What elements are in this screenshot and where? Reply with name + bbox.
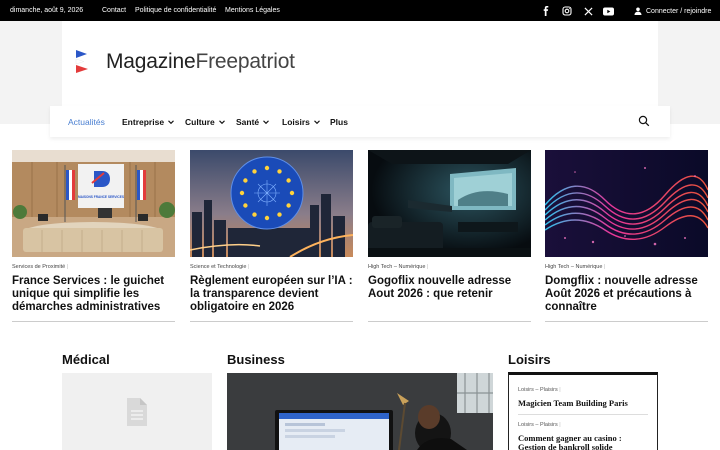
article-image-france-services[interactable]: MAISONS FRANCE SERVICES [12, 150, 175, 257]
chevron-down-icon [168, 120, 174, 125]
logo-part-2: Freepatriot [195, 50, 295, 73]
article-title[interactable]: Gogoflix nouvelle adresse Aout 2026 : qu… [368, 275, 531, 301]
article-category[interactable]: Services de Proximité [12, 264, 175, 270]
logo-part-1: Magazine [106, 50, 196, 73]
divider [545, 321, 708, 322]
youtube-icon[interactable] [602, 5, 614, 17]
divider [518, 414, 648, 415]
divider [12, 321, 175, 322]
list-item-title[interactable]: Magicien Team Building Paris [518, 399, 648, 408]
logo-flag-icon[interactable] [74, 48, 94, 76]
nav-label: Culture [185, 117, 215, 127]
article-card[interactable]: High Tech – Numérique Gogoflix nouvelle … [368, 150, 531, 322]
article-title[interactable]: Domgflix : nouvelle adresse Août 2026 et… [545, 275, 708, 314]
section-title-business[interactable]: Business [227, 352, 285, 367]
article-image-eu-ai-act[interactable] [190, 150, 353, 257]
article-title[interactable]: France Services : le guichet unique qui … [12, 275, 175, 314]
nav-item-actualites[interactable]: Actualités [68, 117, 105, 127]
section-title-loisirs[interactable]: Loisirs [508, 352, 551, 367]
contact-link[interactable]: Contact [102, 7, 126, 14]
login-link[interactable]: Connecter / rejoindre [634, 7, 711, 15]
list-item-category[interactable]: Loisirs – Plaisirs [518, 422, 648, 428]
legal-notice-link[interactable]: Mentions Légales [225, 7, 280, 14]
chevron-down-icon [313, 120, 320, 125]
section-title-medical[interactable]: Médical [62, 352, 110, 367]
office-sign-text: MAISONS FRANCE SERVICES [78, 195, 124, 199]
facebook-icon[interactable] [540, 5, 552, 17]
nav-label: Loisirs [282, 117, 310, 127]
instagram-icon[interactable] [561, 5, 573, 17]
nav-label: Santé [236, 117, 260, 127]
divider [190, 321, 353, 322]
nav-item-sante[interactable]: Santé [236, 117, 270, 127]
loisirs-list: Loisirs – Plaisirs Magicien Team Buildin… [508, 372, 658, 450]
article-card[interactable]: Science et Technologie Règlement europée… [190, 150, 353, 322]
medical-image-placeholder[interactable] [62, 373, 212, 450]
nav-item-loisirs[interactable]: Loisirs [282, 117, 321, 127]
privacy-policy-link[interactable]: Politique de confidentialité [135, 7, 216, 14]
nav-label: Actualités [68, 117, 105, 127]
site-logo[interactable]: MagazineFreepatriot [106, 50, 295, 74]
list-item-title[interactable]: Comment gagner au casino : Gestion de ba… [518, 434, 648, 450]
top-bar: dimanche, août 9, 2026 Contact Politique… [0, 0, 720, 21]
article-category[interactable]: High Tech – Numérique [368, 264, 531, 270]
document-icon [127, 397, 147, 426]
main-navigation: Actualités Entreprise Culture Santé Lois… [50, 106, 670, 137]
article-category[interactable]: Science et Technologie [190, 264, 353, 270]
article-image-domgflix[interactable] [545, 150, 708, 257]
user-icon [634, 7, 642, 15]
article-card[interactable]: High Tech – Numérique Domgflix : nouvell… [545, 150, 708, 322]
article-category[interactable]: High Tech – Numérique [545, 264, 708, 270]
list-item-category[interactable]: Loisirs – Plaisirs [518, 387, 648, 393]
nav-item-culture[interactable]: Culture [185, 117, 226, 127]
current-date: dimanche, août 9, 2026 [10, 7, 84, 14]
business-image[interactable] [227, 373, 493, 450]
nav-label: Plus [330, 117, 348, 127]
chevron-down-icon [218, 120, 225, 125]
login-label: Connecter / rejoindre [646, 7, 712, 15]
article-card[interactable]: MAISONS FRANCE SERVICES Services de Prox… [12, 150, 175, 322]
article-image-gogoflix[interactable] [368, 150, 531, 257]
chevron-down-icon [263, 120, 270, 125]
nav-label: Entreprise [122, 117, 165, 127]
nav-item-plus[interactable]: Plus [330, 117, 348, 127]
divider [368, 321, 531, 322]
article-title[interactable]: Règlement européen sur l’IA : la transpa… [190, 275, 353, 314]
nav-item-entreprise[interactable]: Entreprise [122, 117, 175, 127]
search-icon[interactable] [638, 115, 650, 127]
x-icon[interactable] [582, 5, 594, 17]
